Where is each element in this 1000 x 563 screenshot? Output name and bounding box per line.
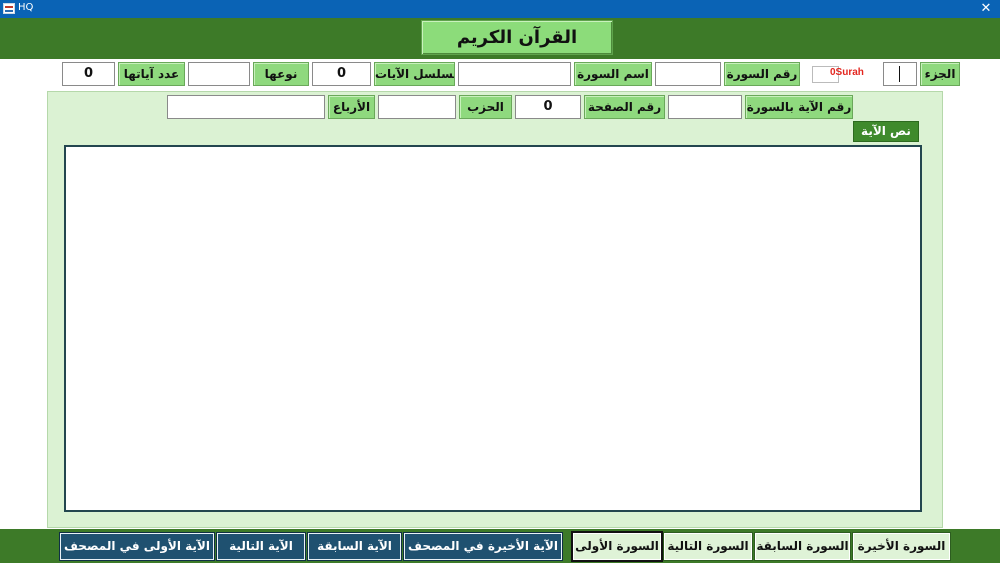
ayah-in-surah-field[interactable] (668, 95, 742, 119)
prev-surah-button[interactable]: السورة السابقة (754, 532, 851, 561)
page-title: القرآن الكريم (421, 20, 613, 55)
last-surah-button[interactable]: السورة الأخيرة (852, 532, 951, 561)
type-label: نوعها (253, 62, 309, 86)
next-surah-button[interactable]: السورة التالية (663, 532, 753, 561)
surah-number-field[interactable] (655, 62, 721, 86)
close-icon[interactable]: ✕ (978, 0, 994, 18)
ayah-sequence-field[interactable]: 0 (312, 62, 371, 86)
ayah-sequence-label: تسلسل الآيات (374, 62, 455, 86)
text-cursor (899, 66, 900, 82)
verse-text-area[interactable] (64, 145, 922, 512)
rub-label: الأرباع (328, 95, 375, 119)
surah-name-label: اسم السورة (574, 62, 652, 86)
first-surah-button[interactable]: السورة الأولى (571, 531, 663, 562)
surah-number-label: رقم السورة (724, 62, 800, 86)
rub-field[interactable] (167, 95, 325, 119)
first-ayah-mushaf-button[interactable]: الآية الأولى في المصحف (59, 532, 215, 561)
surah-indicator: 0Surah (830, 67, 864, 78)
page-number-field[interactable]: 0 (515, 95, 581, 119)
hizb-label: الحزب (459, 95, 512, 119)
next-ayah-button[interactable]: الآية التالية (216, 532, 306, 561)
app-form-icon (3, 3, 15, 14)
page-number-label: رقم الصفحة (584, 95, 665, 119)
surah-name-field[interactable] (458, 62, 571, 86)
type-field[interactable] (188, 62, 250, 86)
window-titlebar: HQ ✕ (0, 0, 1000, 18)
ayah-in-surah-label: رقم الآية بالسورة (745, 95, 853, 119)
verse-text-label: نص الآية (853, 121, 919, 142)
hizb-field[interactable] (378, 95, 456, 119)
window-title: HQ (18, 2, 34, 13)
juz-label: الجزء (920, 62, 960, 86)
ayah-count-label: عدد آياتها (118, 62, 185, 86)
prev-ayah-button[interactable]: الآية السابقة (307, 532, 402, 561)
last-ayah-mushaf-button[interactable]: الآية الأخيرة في المصحف (403, 532, 563, 561)
juz-field[interactable] (883, 62, 917, 86)
ayah-count-field[interactable]: 0 (62, 62, 115, 86)
